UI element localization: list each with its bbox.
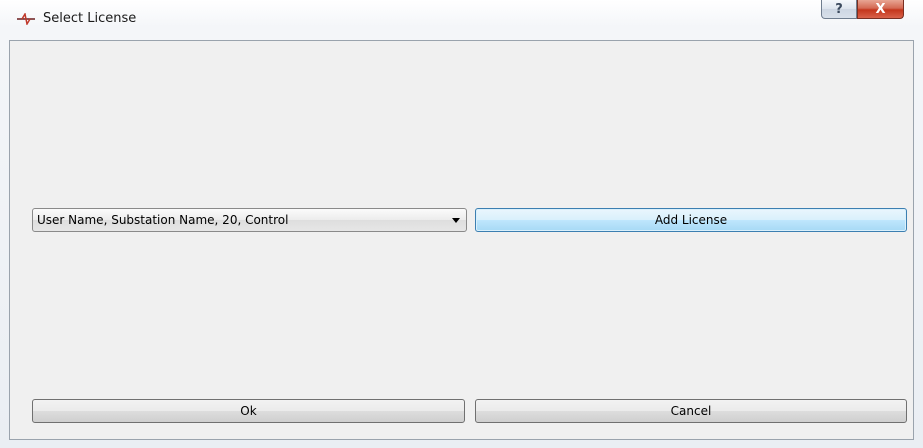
close-icon: X [875, 1, 886, 17]
chevron-down-icon[interactable] [452, 217, 460, 223]
license-select-value: User Name, Substation Name, 20, Control [37, 213, 289, 227]
license-select[interactable]: User Name, Substation Name, 20, Control [32, 208, 467, 232]
cancel-button[interactable]: Cancel [475, 399, 907, 423]
help-icon: ? [835, 1, 843, 17]
select-license-dialog: Select License ? X User Name, Substation… [0, 0, 923, 448]
dialog-body: User Name, Substation Name, 20, Control … [9, 40, 914, 440]
help-button[interactable]: ? [821, 0, 857, 19]
ok-button[interactable]: Ok [32, 399, 465, 423]
cancel-label: Cancel [670, 404, 712, 418]
transmission-line-icon [17, 13, 35, 25]
add-license-label: Add License [654, 213, 728, 227]
ok-label: Ok [240, 404, 257, 418]
window-title: Select License [43, 11, 137, 26]
add-license-button[interactable]: Add License [475, 208, 907, 232]
title-bar[interactable]: Select License ? X [0, 0, 923, 40]
close-button[interactable]: X [857, 0, 904, 19]
